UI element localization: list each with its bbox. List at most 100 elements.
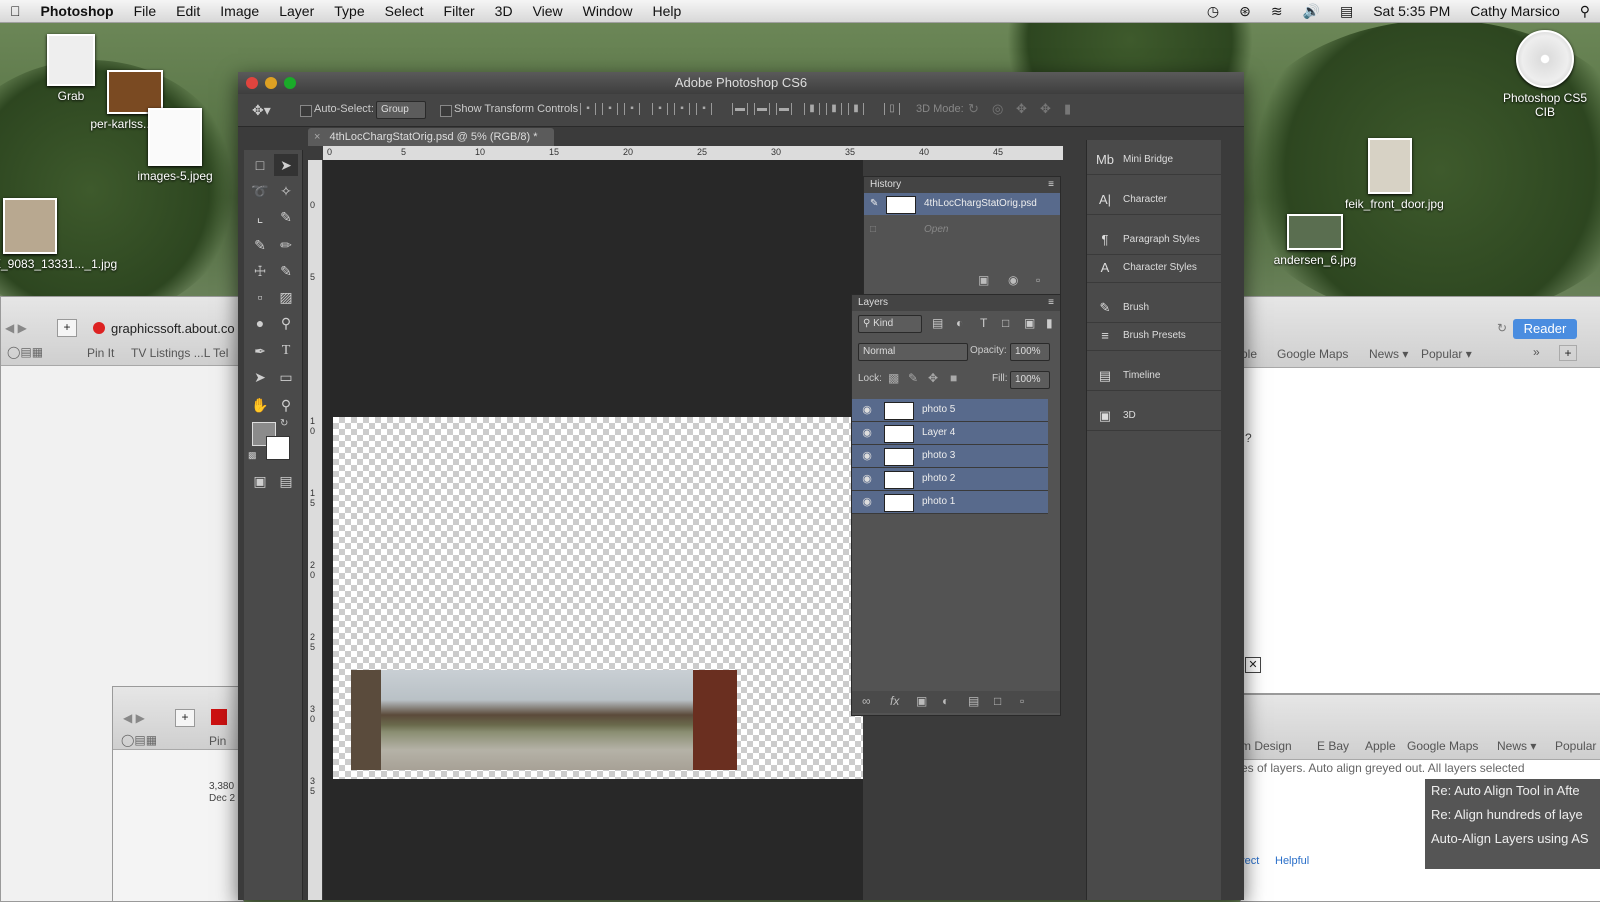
filter-toggle-icon[interactable]: ▮ [1046, 316, 1053, 330]
bookmark-google-maps[interactable]: Google Maps [1407, 739, 1478, 753]
hand-tool-icon[interactable]: ✋ [248, 394, 272, 416]
url-field[interactable]: graphicssoft.about.co [111, 321, 235, 336]
camera-snapshot-icon[interactable]: ◉ [1008, 273, 1018, 287]
add-icon[interactable]: + [57, 319, 77, 337]
close-tab-icon[interactable]: × [314, 131, 320, 143]
menu-filter[interactable]: Filter [434, 0, 485, 22]
menu-help[interactable]: Help [642, 0, 691, 22]
lock-transparent-icon[interactable]: ▩ [888, 371, 899, 385]
new-document-from-state-icon[interactable]: ▣ [978, 273, 989, 287]
default-colors-icon[interactable]: ▩ [248, 450, 257, 461]
menu-layer[interactable]: Layer [269, 0, 324, 22]
time-machine-icon[interactable]: ◷ [1197, 0, 1229, 22]
auto-select-checkbox[interactable] [300, 105, 312, 117]
layer-row[interactable]: ◉ photo 2 [852, 468, 1048, 491]
menu-window[interactable]: Window [573, 0, 643, 22]
input-menu-icon[interactable]: ▤ [1330, 0, 1363, 22]
3d-drag-icon[interactable]: ✥ [1016, 101, 1027, 117]
menu-type[interactable]: Type [324, 0, 374, 22]
document-canvas[interactable] [333, 417, 863, 779]
panel-menu-icon[interactable]: ≡ [1048, 177, 1054, 193]
distribute-vcenter-icon[interactable]: ▬ [754, 103, 770, 115]
link-helpful[interactable]: Helpful [1275, 855, 1309, 867]
path-selection-icon[interactable]: ➤ [248, 366, 272, 388]
move-tool-icon[interactable]: ✥▾ [252, 102, 271, 119]
gradient-tool-icon[interactable]: ▨ [274, 286, 298, 308]
quick-mask-icon[interactable]: ▣ [248, 470, 272, 492]
adjustment-layer-icon[interactable]: ◐ [942, 694, 949, 708]
eye-icon[interactable]: ◉ [858, 399, 876, 421]
screen-mode-icon[interactable]: ▤ [274, 470, 298, 492]
align-right-icon[interactable]: ▪ [696, 103, 712, 115]
align-bottom-icon[interactable]: ▪ [624, 103, 640, 115]
type-tool-icon[interactable]: T [274, 340, 298, 362]
add-mask-icon[interactable]: ▣ [916, 694, 927, 708]
menu-image[interactable]: Image [210, 0, 269, 22]
layer-row[interactable]: ◉ photo 1 [852, 491, 1048, 514]
document-tab[interactable]: × 4thLocChargStatOrig.psd @ 5% (RGB/8) * [308, 128, 554, 146]
zoom-button[interactable] [284, 77, 296, 89]
align-top-icon[interactable]: ▪ [580, 103, 596, 115]
zoom-tool-icon[interactable]: ⚲ [274, 394, 298, 416]
apple-icon[interactable]:  [0, 0, 31, 22]
desktop-icon-xx9083[interactable]: XX_9083_13331..._1.jpg [0, 198, 117, 271]
distribute-hcenter-icon[interactable]: ▮ [826, 103, 842, 115]
filter-type-icon[interactable]: T [980, 316, 987, 330]
bookmark-ebay[interactable]: E Bay [1317, 739, 1349, 753]
crop-tool-icon[interactable]: ⌞ [248, 206, 272, 228]
eye-icon[interactable]: ◉ [858, 491, 876, 513]
auto-align-icon[interactable]: ▯ [884, 103, 900, 115]
eye-icon[interactable]: ◉ [858, 468, 876, 490]
close-icon[interactable]: ✕ [1245, 657, 1261, 673]
filter-shape-icon[interactable]: □ [1002, 316, 1009, 330]
3d-rotate-icon[interactable]: ↻ [968, 101, 979, 117]
related-link[interactable]: Re: Align hundreds of laye [1431, 807, 1583, 822]
bluetooth-icon[interactable]: ⊛ [1229, 0, 1261, 22]
menu-select[interactable]: Select [375, 0, 434, 22]
user-name[interactable]: Cathy Marsico [1460, 0, 1569, 22]
clone-stamp-icon[interactable]: ☩ [248, 260, 272, 282]
minimize-button[interactable] [265, 77, 277, 89]
filter-smart-object-icon[interactable]: ▣ [1024, 316, 1035, 330]
dock-character[interactable]: A| Character [1087, 186, 1221, 215]
link-layers-icon[interactable]: ∞ [862, 694, 871, 708]
bookmark-google-maps[interactable]: Google Maps [1277, 347, 1348, 361]
layer-row[interactable]: ◉ photo 3 [852, 445, 1048, 468]
healing-brush-icon[interactable]: ✎ [248, 234, 272, 256]
close-button[interactable] [246, 77, 258, 89]
rectangle-tool-icon[interactable]: ▭ [274, 366, 298, 388]
desktop-icon-andersen[interactable]: andersen_6.jpg [1270, 214, 1360, 267]
layer-row[interactable]: ◉ Layer 4 [852, 422, 1048, 445]
bookmark-apple[interactable]: Apple [1365, 739, 1396, 753]
bookmark-news[interactable]: News ▾ [1497, 739, 1536, 753]
align-hcenter-icon[interactable]: ▪ [674, 103, 690, 115]
3d-roll-icon[interactable]: ◎ [992, 101, 1003, 117]
lasso-tool-icon[interactable]: ➰ [248, 180, 272, 202]
bookmark-popular[interactable]: Popular ▾ [1421, 347, 1472, 361]
delete-layer-icon[interactable]: ▫ [1020, 694, 1024, 708]
dock-paragraph-styles[interactable]: ¶ Paragraph Styles [1087, 226, 1221, 255]
fx-icon[interactable]: fx [890, 694, 899, 708]
align-left-icon[interactable]: ▪ [652, 103, 668, 115]
history-brush-icon[interactable]: ✎ [274, 260, 298, 282]
wifi-icon[interactable]: ≋ [1261, 0, 1293, 22]
distribute-left-icon[interactable]: ▮ [804, 103, 820, 115]
layer-row[interactable]: ◉ photo 5 [852, 399, 1048, 422]
dodge-tool-icon[interactable]: ⚲ [274, 312, 298, 334]
related-link[interactable]: Re: Auto Align Tool in Afte [1431, 783, 1580, 798]
align-vcenter-icon[interactable]: ▪ [602, 103, 618, 115]
reload-icon[interactable]: ↻ [1497, 321, 1507, 335]
auto-select-dropdown[interactable]: Group [376, 101, 426, 119]
menu-view[interactable]: View [523, 0, 573, 22]
back-icon[interactable]: ◀ ▶ [123, 711, 145, 725]
filter-kind-dropdown[interactable]: ⚲ Kind [858, 315, 922, 333]
bookmark-pin[interactable]: Pin [209, 734, 226, 748]
dock-brush-presets[interactable]: ≡ Brush Presets [1087, 322, 1221, 351]
distribute-right-icon[interactable]: ▮ [848, 103, 864, 115]
menu-photoshop[interactable]: Photoshop [31, 0, 124, 22]
bookmark-pinit[interactable]: Pin It [87, 346, 114, 360]
dock-brush[interactable]: ✎ Brush [1087, 294, 1221, 323]
eraser-tool-icon[interactable]: ▫ [248, 286, 272, 308]
3d-scale-icon[interactable]: ▮ [1064, 101, 1071, 117]
background-color-swatch[interactable] [266, 436, 290, 460]
